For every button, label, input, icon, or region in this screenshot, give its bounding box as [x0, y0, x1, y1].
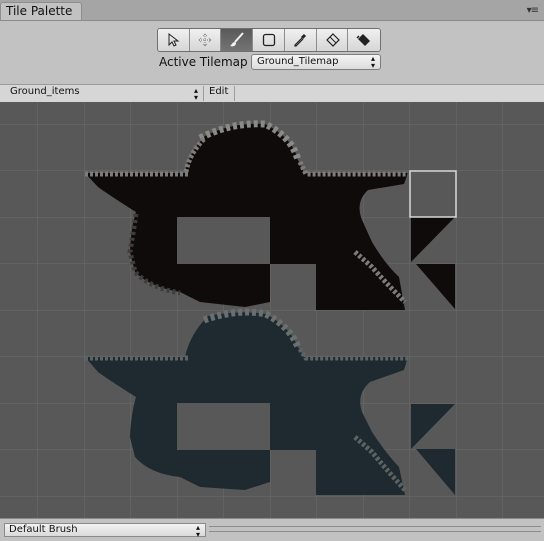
eyedropper-icon	[294, 33, 307, 47]
edit-palette-button[interactable]: Edit	[205, 86, 235, 101]
dropdown-arrows-icon: ▴ ▾	[193, 86, 198, 102]
dropdown-arrows-icon: ▴ ▾	[370, 54, 375, 70]
brush-bar: Default Brush ▴ ▾	[0, 518, 544, 541]
move-icon	[198, 33, 212, 47]
brush-dropdown[interactable]: Default Brush ▴ ▾	[4, 523, 206, 539]
box-fill-icon	[262, 33, 275, 47]
paint-tool-button[interactable]	[221, 29, 254, 51]
palette-value: Ground_items	[10, 86, 80, 97]
flood-fill-tool-button[interactable]	[348, 29, 380, 51]
dark-gap	[177, 217, 270, 264]
active-tilemap-label: Active Tilemap	[159, 55, 248, 69]
palette-grid[interactable]	[0, 102, 544, 518]
move-tool-button[interactable]	[189, 29, 222, 51]
select-arrow-icon	[168, 33, 180, 47]
active-tilemap-value: Ground_Tilemap	[257, 56, 339, 67]
picker-tool-button[interactable]	[284, 29, 317, 51]
active-tilemap-dropdown[interactable]: Ground_Tilemap ▴ ▾	[251, 54, 381, 70]
eraser-icon	[326, 33, 340, 47]
brush-splitter[interactable]	[209, 526, 541, 532]
box-fill-tool-button[interactable]	[253, 29, 285, 51]
edit-label: Edit	[209, 86, 229, 97]
tool-bar	[157, 28, 381, 52]
dropdown-arrows-icon: ▴ ▾	[195, 523, 200, 539]
palette-dropdown[interactable]: Ground_items ▴ ▾	[4, 86, 204, 102]
context-menu-icon[interactable]: ▾≡	[527, 5, 539, 16]
window-titlebar: Tile Palette ▾≡	[0, 0, 544, 21]
erase-tool-button[interactable]	[316, 29, 349, 51]
paintbrush-icon	[229, 32, 244, 47]
brush-value: Default Brush	[9, 524, 78, 535]
tab-title: Tile Palette	[6, 4, 73, 18]
fill-bucket-icon	[356, 34, 371, 46]
select-tool-button[interactable]	[158, 29, 190, 51]
tab-tile-palette[interactable]: Tile Palette	[0, 2, 82, 20]
tile-canvas[interactable]	[0, 102, 544, 518]
palette-bar: Ground_items ▴ ▾ Edit	[0, 84, 544, 103]
teal-gap	[177, 403, 270, 450]
